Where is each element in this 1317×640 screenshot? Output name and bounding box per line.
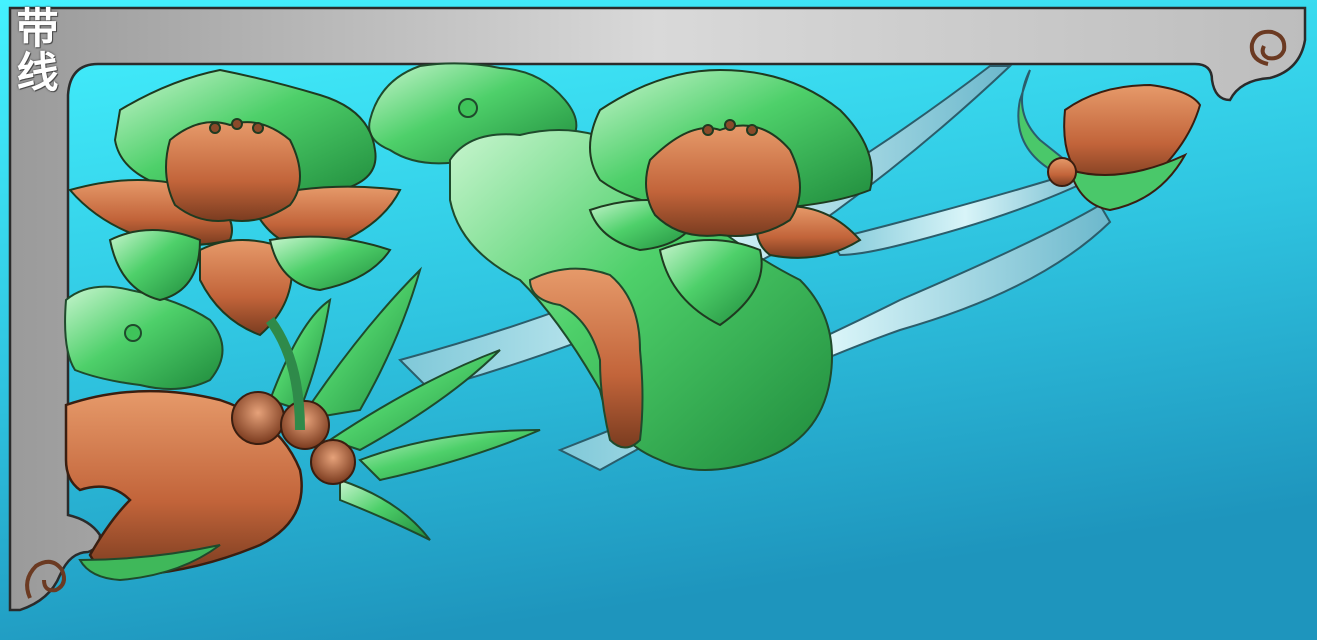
label-text: 带线: [10, 6, 59, 94]
seed-pod-3: [310, 439, 356, 485]
seed-pod-2: [280, 400, 330, 450]
carving-scene: [0, 0, 1317, 640]
leaf-node: [124, 324, 142, 342]
lotus-core-left: [165, 121, 301, 222]
seed-pod-1: [231, 391, 285, 445]
leaf-node: [458, 98, 478, 118]
